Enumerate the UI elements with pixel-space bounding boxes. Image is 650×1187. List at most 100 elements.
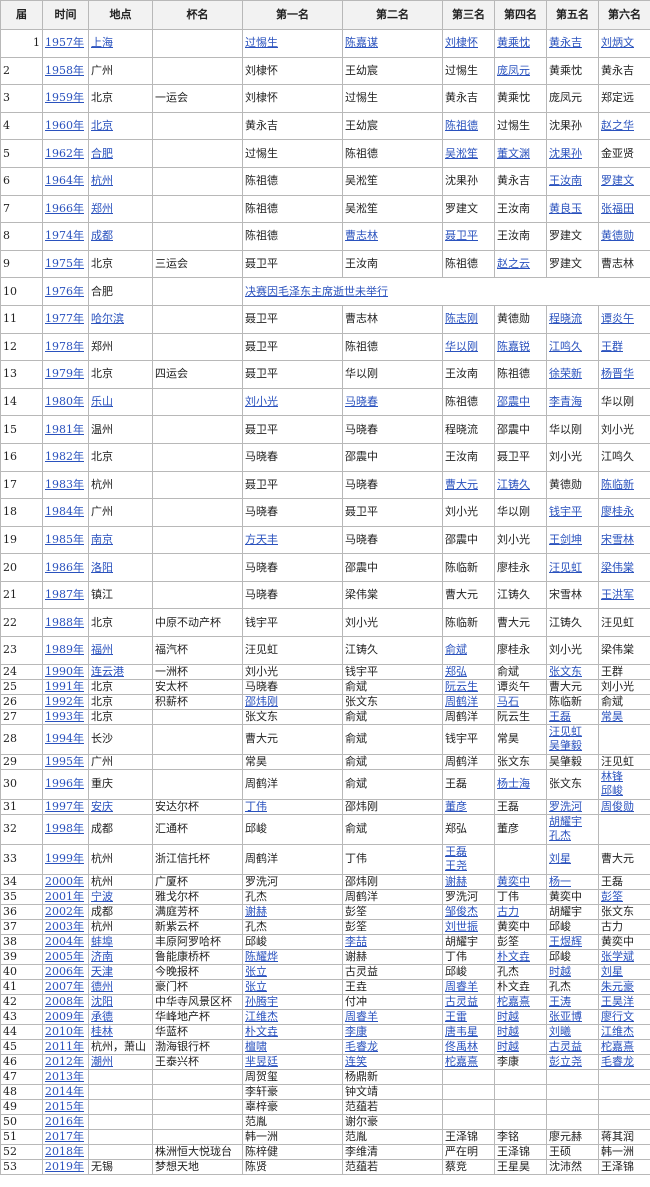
placement-link[interactable]: 曹志林	[345, 229, 378, 242]
placement-cell[interactable]: 周睿羊	[442, 978, 495, 995]
placement-cell[interactable]: 时越	[546, 963, 599, 980]
location-cell[interactable]: 安庆	[88, 798, 153, 815]
placement-cell[interactable]: 时越	[494, 1023, 547, 1040]
placement-link[interactable]: 张学斌	[601, 950, 634, 963]
year-cell-link[interactable]: 1975年	[45, 257, 84, 270]
location-cell[interactable]: 北京	[88, 111, 153, 141]
location-cell[interactable]: 承德	[88, 1008, 153, 1025]
placement-link[interactable]: 柁嘉熹	[601, 1040, 634, 1053]
year-cell-link[interactable]: 1999年	[45, 852, 84, 865]
year-cell[interactable]: 2006年	[42, 963, 89, 980]
location-cell[interactable]: 桂林	[88, 1023, 153, 1040]
location-cell-link[interactable]: 蚌埠	[91, 935, 113, 948]
placement-cell[interactable]: 周睿羊	[342, 1008, 443, 1025]
placement-cell[interactable]: 江维杰	[242, 1008, 343, 1025]
placement-cell[interactable]: 毛睿龙	[342, 1038, 443, 1055]
year-cell[interactable]: 2009年	[42, 1008, 89, 1025]
year-cell[interactable]: 1990年	[42, 663, 89, 680]
year-cell-link[interactable]: 1995年	[45, 755, 84, 768]
placement-cell[interactable]: 朱元豪	[598, 978, 650, 995]
location-cell[interactable]: 蚌埠	[88, 933, 153, 950]
placement-cell[interactable]: 汪见虹	[546, 553, 599, 582]
placement-cell[interactable]: 宋雪林	[598, 525, 650, 555]
placement-link[interactable]: 徐荣新	[549, 367, 582, 380]
placement-link[interactable]: 佟禹林	[445, 1040, 478, 1053]
year-cell-link[interactable]: 1989年	[45, 643, 84, 656]
placement-link[interactable]: 周鹤洋	[445, 695, 478, 708]
year-cell[interactable]: 1964年	[42, 166, 89, 196]
placement-cell[interactable]: 曹大元	[442, 470, 495, 500]
placement-cell[interactable]: 林锋 邱峻	[598, 768, 650, 800]
location-cell[interactable]: 郑州	[88, 194, 153, 224]
placement-cell[interactable]: 杨士海	[494, 768, 547, 800]
placement-cell[interactable]: 江铸久	[494, 470, 547, 500]
placement-cell[interactable]: 芈昱廷	[242, 1053, 343, 1070]
placement-link[interactable]: 董文渊	[497, 147, 530, 160]
location-cell[interactable]: 洛阳	[88, 553, 153, 582]
year-cell[interactable]: 1975年	[42, 249, 89, 279]
location-cell-link[interactable]: 洛阳	[91, 561, 113, 574]
year-cell-link[interactable]: 1987年	[45, 588, 84, 601]
location-cell[interactable]: 南京	[88, 525, 153, 555]
placement-cell[interactable]: 郑弘	[442, 663, 495, 680]
year-cell-link[interactable]: 1990年	[45, 665, 84, 678]
year-cell-link[interactable]: 1994年	[45, 732, 84, 745]
year-cell-link[interactable]: 1978年	[45, 340, 84, 353]
location-cell[interactable]: 哈尔滨	[88, 304, 153, 334]
placement-link[interactable]: 梁伟棠	[601, 561, 634, 574]
year-cell[interactable]: 1998年	[42, 813, 89, 845]
placement-link[interactable]: 张立	[245, 965, 267, 978]
year-cell[interactable]: 2017年	[42, 1128, 89, 1145]
placement-cell[interactable]: 陈耀烨	[242, 948, 343, 965]
placement-link[interactable]: 周睿羊	[445, 980, 478, 993]
year-cell[interactable]: 2001年	[42, 888, 89, 905]
year-cell-link[interactable]: 1982年	[45, 450, 84, 463]
year-cell[interactable]: 1985年	[42, 525, 89, 555]
year-cell[interactable]: 1966年	[42, 194, 89, 224]
year-cell-link[interactable]: 2006年	[45, 965, 84, 978]
placement-cell[interactable]: 毛睿龙	[598, 1053, 650, 1070]
placement-name[interactable]: 吴肇毅	[549, 739, 596, 753]
placement-link[interactable]: 王群	[601, 340, 623, 353]
year-cell[interactable]: 1984年	[42, 498, 89, 527]
placement-cell[interactable]: 俞斌	[442, 636, 495, 665]
placement-link[interactable]: 俞斌	[445, 643, 467, 656]
year-cell-link[interactable]: 2014年	[45, 1085, 84, 1098]
placement-link[interactable]: 黄良玉	[549, 202, 582, 215]
year-cell[interactable]: 1989年	[42, 636, 89, 665]
year-cell-link[interactable]: 1960年	[45, 119, 84, 132]
placement-cell[interactable]: 张学斌	[598, 948, 650, 965]
year-cell-link[interactable]: 1988年	[45, 616, 84, 629]
placement-cell[interactable]: 马晓春	[342, 387, 443, 417]
placement-link[interactable]: 李康	[345, 1025, 367, 1038]
year-cell[interactable]: 1996年	[42, 768, 89, 800]
placement-cell[interactable]: 刘炳文	[598, 29, 650, 58]
year-cell[interactable]: 1982年	[42, 442, 89, 472]
placement-link[interactable]: 朴文垚	[497, 950, 530, 963]
placement-link[interactable]: 宋雪林	[601, 533, 634, 546]
placement-cell[interactable]: 张福田	[598, 194, 650, 224]
year-cell-link[interactable]: 2010年	[45, 1025, 84, 1038]
placement-link[interactable]: 华以刚	[445, 340, 478, 353]
placement-cell[interactable]: 董文渊	[494, 139, 547, 168]
placement-link[interactable]: 刘炳文	[601, 36, 634, 49]
location-cell[interactable]: 杭州	[88, 166, 153, 196]
placement-cell[interactable]: 华以刚	[442, 332, 495, 362]
location-cell[interactable]: 上海	[88, 29, 153, 58]
placement-link[interactable]: 杨一	[549, 875, 571, 888]
placement-cell[interactable]: 胡耀宇 孔杰	[546, 813, 599, 845]
placement-cell[interactable]: 赵之华	[598, 111, 650, 141]
placement-cell[interactable]: 张亚博	[546, 1008, 599, 1025]
year-cell[interactable]: 1994年	[42, 723, 89, 755]
year-cell[interactable]: 1993年	[42, 708, 89, 725]
placement-link[interactable]: 阮云生	[445, 680, 478, 693]
placement-link[interactable]: 赵之云	[497, 257, 530, 270]
placement-link[interactable]: 张福田	[601, 202, 634, 215]
location-cell[interactable]: 潮州	[88, 1053, 153, 1070]
year-cell-link[interactable]: 1979年	[45, 367, 84, 380]
year-cell-link[interactable]: 2009年	[45, 1010, 84, 1023]
location-cell-link[interactable]: 天津	[91, 965, 113, 978]
year-cell[interactable]: 1997年	[42, 798, 89, 815]
placement-cell[interactable]: 王磊 王尧	[442, 843, 495, 875]
location-cell-link[interactable]: 南京	[91, 533, 113, 546]
